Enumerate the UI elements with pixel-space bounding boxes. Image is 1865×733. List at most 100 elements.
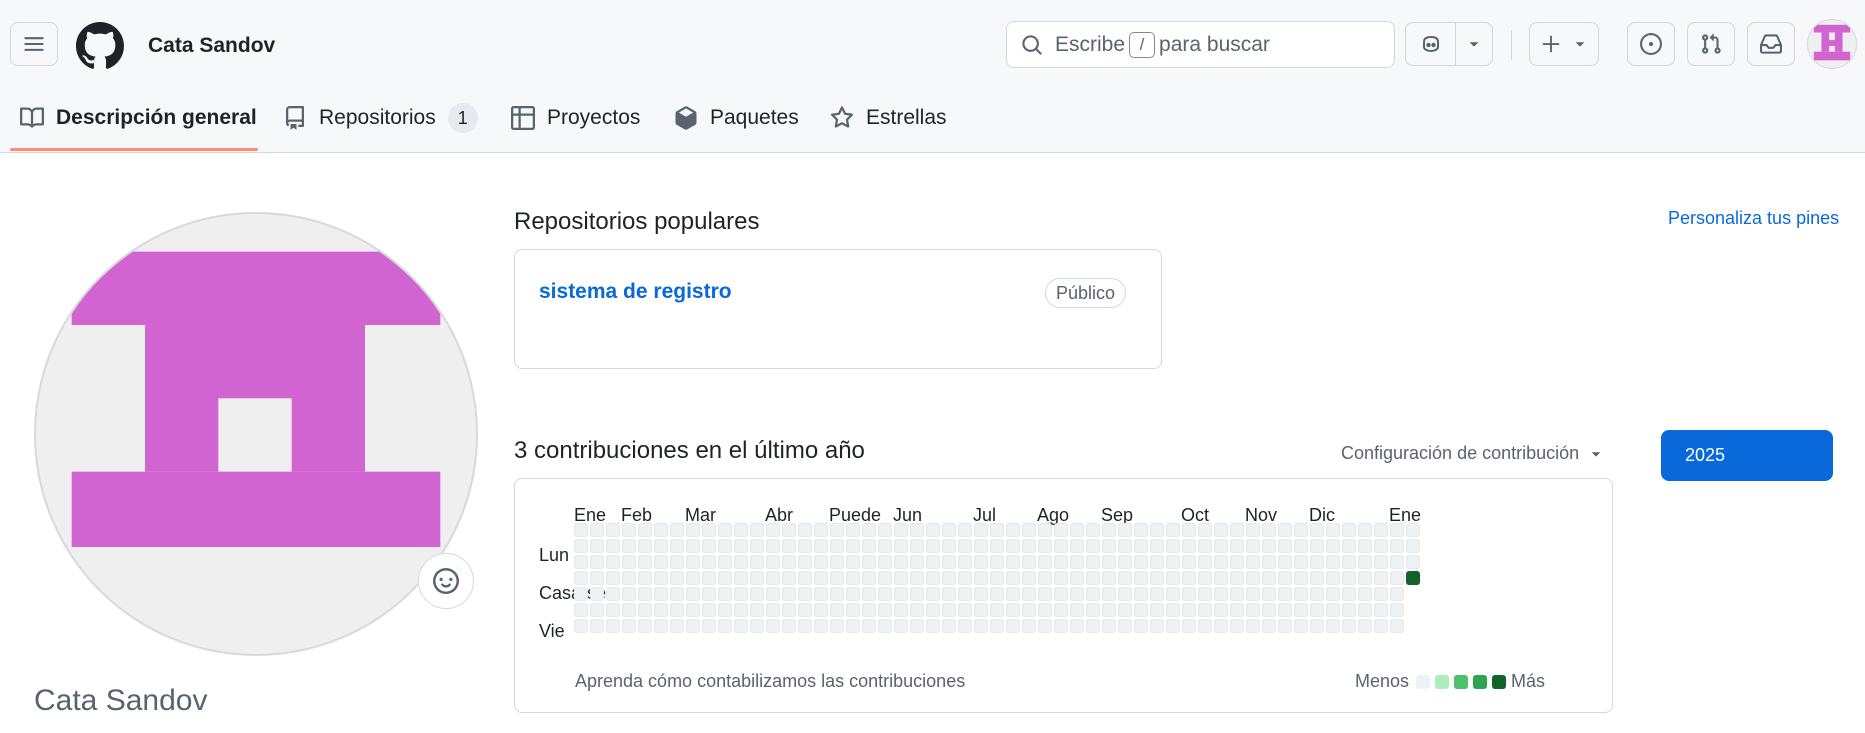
contribution-day-cell[interactable]	[862, 539, 876, 553]
contribution-day-cell[interactable]	[1070, 555, 1084, 569]
contribution-day-cell[interactable]	[910, 539, 924, 553]
contribution-day-cell[interactable]	[958, 587, 972, 601]
contribution-day-cell[interactable]	[1118, 619, 1132, 633]
contribution-day-cell[interactable]	[734, 539, 748, 553]
contribution-day-cell[interactable]	[958, 539, 972, 553]
contribution-day-cell[interactable]	[942, 603, 956, 617]
contribution-day-cell[interactable]	[990, 587, 1004, 601]
contribution-day-cell[interactable]	[1102, 603, 1116, 617]
contribution-day-cell[interactable]	[942, 555, 956, 569]
contribution-day-cell[interactable]	[878, 587, 892, 601]
contribution-day-cell[interactable]	[702, 555, 716, 569]
contribution-day-cell[interactable]	[1230, 603, 1244, 617]
contribution-day-cell[interactable]	[1326, 539, 1340, 553]
contribution-day-cell[interactable]	[590, 603, 604, 617]
contribution-day-cell[interactable]	[638, 523, 652, 537]
contribution-day-cell[interactable]	[750, 571, 764, 585]
contribution-day-cell[interactable]	[894, 523, 908, 537]
contribution-day-cell[interactable]	[1294, 587, 1308, 601]
contribution-day-cell[interactable]	[910, 619, 924, 633]
contribution-day-cell[interactable]	[1214, 571, 1228, 585]
contribution-day-cell[interactable]	[1230, 539, 1244, 553]
contribution-day-cell[interactable]	[1102, 523, 1116, 537]
contribution-day-cell[interactable]	[1406, 555, 1420, 569]
contribution-day-cell[interactable]	[1006, 587, 1020, 601]
contribution-day-cell[interactable]	[1022, 603, 1036, 617]
contribution-day-cell[interactable]	[814, 539, 828, 553]
contribution-day-cell[interactable]	[622, 539, 636, 553]
contribution-day-cell[interactable]	[1118, 587, 1132, 601]
contribution-day-cell[interactable]	[990, 603, 1004, 617]
contribution-day-cell[interactable]	[574, 619, 588, 633]
contribution-day-cell[interactable]	[766, 539, 780, 553]
contribution-day-cell[interactable]	[1246, 587, 1260, 601]
contribution-day-cell[interactable]	[814, 619, 828, 633]
contribution-day-cell[interactable]	[1230, 571, 1244, 585]
contribution-day-cell[interactable]	[1406, 539, 1420, 553]
contribution-day-cell[interactable]	[942, 539, 956, 553]
contribution-day-cell[interactable]	[1038, 539, 1052, 553]
contribution-day-cell[interactable]	[750, 587, 764, 601]
contribution-day-cell[interactable]	[846, 555, 860, 569]
contribution-day-cell[interactable]	[574, 555, 588, 569]
contribution-day-cell[interactable]	[1070, 571, 1084, 585]
contribution-day-cell[interactable]	[654, 619, 668, 633]
contribution-day-cell[interactable]	[1038, 555, 1052, 569]
contribution-day-cell[interactable]	[1006, 619, 1020, 633]
contribution-day-cell[interactable]	[1198, 603, 1212, 617]
contribution-day-cell[interactable]	[1342, 571, 1356, 585]
contribution-day-cell[interactable]	[974, 571, 988, 585]
contribution-day-cell[interactable]	[1134, 587, 1148, 601]
contribution-day-cell[interactable]	[1310, 539, 1324, 553]
contribution-day-cell[interactable]	[1310, 619, 1324, 633]
contribution-day-cell[interactable]	[638, 619, 652, 633]
contribution-day-cell[interactable]	[1294, 619, 1308, 633]
contribution-day-cell[interactable]	[638, 571, 652, 585]
contribution-day-cell[interactable]	[606, 571, 620, 585]
contribution-day-cell[interactable]	[574, 603, 588, 617]
contribution-day-cell[interactable]	[1294, 523, 1308, 537]
contribution-day-cell[interactable]	[782, 587, 796, 601]
contribution-day-cell[interactable]	[1390, 523, 1404, 537]
contribution-day-cell[interactable]	[1182, 539, 1196, 553]
contribution-day-cell[interactable]	[1150, 587, 1164, 601]
contribution-day-cell[interactable]	[894, 571, 908, 585]
contribution-day-cell[interactable]	[606, 523, 620, 537]
contribution-day-cell[interactable]	[1262, 603, 1276, 617]
contribution-day-cell[interactable]	[1134, 619, 1148, 633]
contribution-day-cell[interactable]	[1022, 571, 1036, 585]
contribution-day-cell[interactable]	[878, 619, 892, 633]
contribution-day-cell[interactable]	[1054, 571, 1068, 585]
contribution-day-cell[interactable]	[1390, 603, 1404, 617]
contribution-day-cell[interactable]	[718, 555, 732, 569]
contribution-day-cell[interactable]	[1150, 555, 1164, 569]
contribution-day-cell[interactable]	[862, 571, 876, 585]
contribution-day-cell[interactable]	[1134, 523, 1148, 537]
contribution-day-cell[interactable]	[750, 555, 764, 569]
contribution-day-cell[interactable]	[830, 539, 844, 553]
contribution-day-cell[interactable]	[1278, 619, 1292, 633]
contribution-day-cell[interactable]	[590, 539, 604, 553]
contribution-day-cell[interactable]	[1374, 603, 1388, 617]
contribution-day-cell[interactable]	[654, 523, 668, 537]
contribution-day-cell[interactable]	[830, 619, 844, 633]
contribution-day-cell[interactable]	[670, 603, 684, 617]
contribution-day-cell[interactable]	[1182, 571, 1196, 585]
contribution-day-cell[interactable]	[686, 619, 700, 633]
contribution-day-cell[interactable]	[1342, 587, 1356, 601]
contribution-day-cell[interactable]	[1166, 571, 1180, 585]
contribution-day-cell[interactable]	[734, 523, 748, 537]
contribution-day-cell[interactable]	[1262, 587, 1276, 601]
contribution-day-cell[interactable]	[1150, 539, 1164, 553]
contribution-day-cell[interactable]	[830, 587, 844, 601]
contribution-day-cell[interactable]	[1246, 555, 1260, 569]
contribution-day-cell[interactable]	[1182, 523, 1196, 537]
contribution-day-cell[interactable]	[974, 603, 988, 617]
contribution-day-cell[interactable]	[766, 587, 780, 601]
contribution-day-cell[interactable]	[654, 539, 668, 553]
contribution-day-cell[interactable]	[798, 555, 812, 569]
contribution-day-cell[interactable]	[910, 523, 924, 537]
contribution-day-cell[interactable]	[1134, 555, 1148, 569]
contribution-day-cell[interactable]	[1070, 587, 1084, 601]
contribution-day-cell[interactable]	[622, 619, 636, 633]
